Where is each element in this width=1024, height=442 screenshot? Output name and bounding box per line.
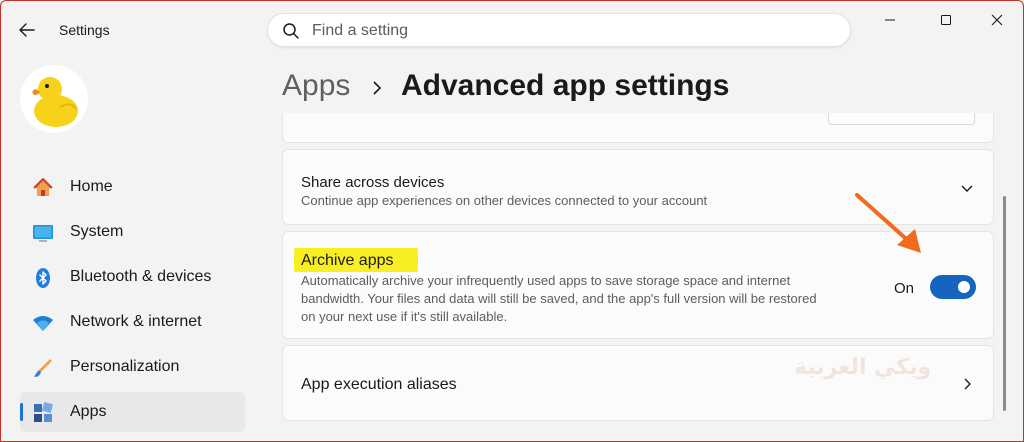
scrolled-card — [282, 113, 994, 143]
sidebar-item-label: Apps — [70, 403, 107, 420]
archive-apps-toggle[interactable] — [930, 275, 976, 299]
card-description-line: on your next use if it's still available… — [301, 309, 508, 324]
close-icon — [991, 14, 1003, 26]
app-title: Settings — [59, 22, 110, 38]
sidebar-item-label: Network & internet — [70, 313, 202, 330]
maximize-button[interactable] — [926, 9, 966, 31]
system-icon — [33, 225, 53, 242]
sidebar-item-apps[interactable]: Apps — [20, 392, 245, 432]
sidebar-item-home[interactable]: Home — [20, 167, 245, 207]
sidebar-item-system[interactable]: System — [20, 212, 245, 252]
rubber-duck-icon — [32, 77, 78, 127]
watermark: ويكي العربية — [794, 355, 932, 380]
sidebar-item-bluetooth[interactable]: Bluetooth & devices — [20, 257, 245, 297]
back-button[interactable] — [13, 17, 41, 43]
close-button[interactable] — [977, 9, 1017, 31]
chevron-right-icon — [964, 378, 971, 390]
bluetooth-icon — [36, 268, 50, 288]
active-indicator — [20, 403, 23, 421]
sidebar-item-network[interactable]: Network & internet — [20, 302, 245, 342]
search-input[interactable] — [312, 18, 832, 44]
settings-window: Settings Find a setting Home System Blue… — [0, 0, 1024, 442]
minimize-icon — [885, 19, 895, 21]
sidebar-item-label: Home — [70, 178, 113, 195]
maximize-icon — [941, 15, 951, 25]
scrollbar[interactable] — [1003, 196, 1006, 411]
chevron-down-icon[interactable] — [960, 181, 974, 195]
minimize-button[interactable] — [870, 9, 910, 31]
search-icon — [283, 23, 299, 39]
card-title: App execution aliases — [301, 376, 457, 393]
search-box[interactable] — [267, 13, 851, 47]
dropdown-partial[interactable] — [828, 113, 975, 125]
toggle-state-label: On — [894, 280, 915, 297]
card-title: Share across devices — [301, 174, 445, 191]
brush-icon — [34, 359, 52, 377]
toggle-knob — [958, 281, 970, 293]
annotation-arrow-icon — [855, 193, 921, 253]
card-description-line: Automatically archive your infrequently … — [301, 273, 791, 288]
apps-icon — [34, 402, 54, 422]
sidebar-item-personalization[interactable]: Personalization — [20, 347, 245, 387]
avatar[interactable] — [20, 65, 88, 133]
card-description: Continue app experiences on other device… — [301, 193, 708, 208]
sidebar-item-label: Bluetooth & devices — [70, 268, 212, 285]
breadcrumb-parent-link[interactable]: Apps — [282, 69, 350, 103]
back-arrow-icon — [19, 23, 35, 37]
card-title: Archive apps — [301, 252, 394, 269]
sidebar-item-label: System — [70, 223, 124, 240]
chevron-right-icon — [373, 81, 382, 95]
home-icon — [33, 178, 53, 196]
card-description-line: bandwidth. Your files and data will stil… — [301, 291, 817, 306]
network-icon — [33, 316, 53, 331]
page-title: Advanced app settings — [401, 69, 730, 102]
sidebar-item-label: Personalization — [70, 358, 180, 375]
